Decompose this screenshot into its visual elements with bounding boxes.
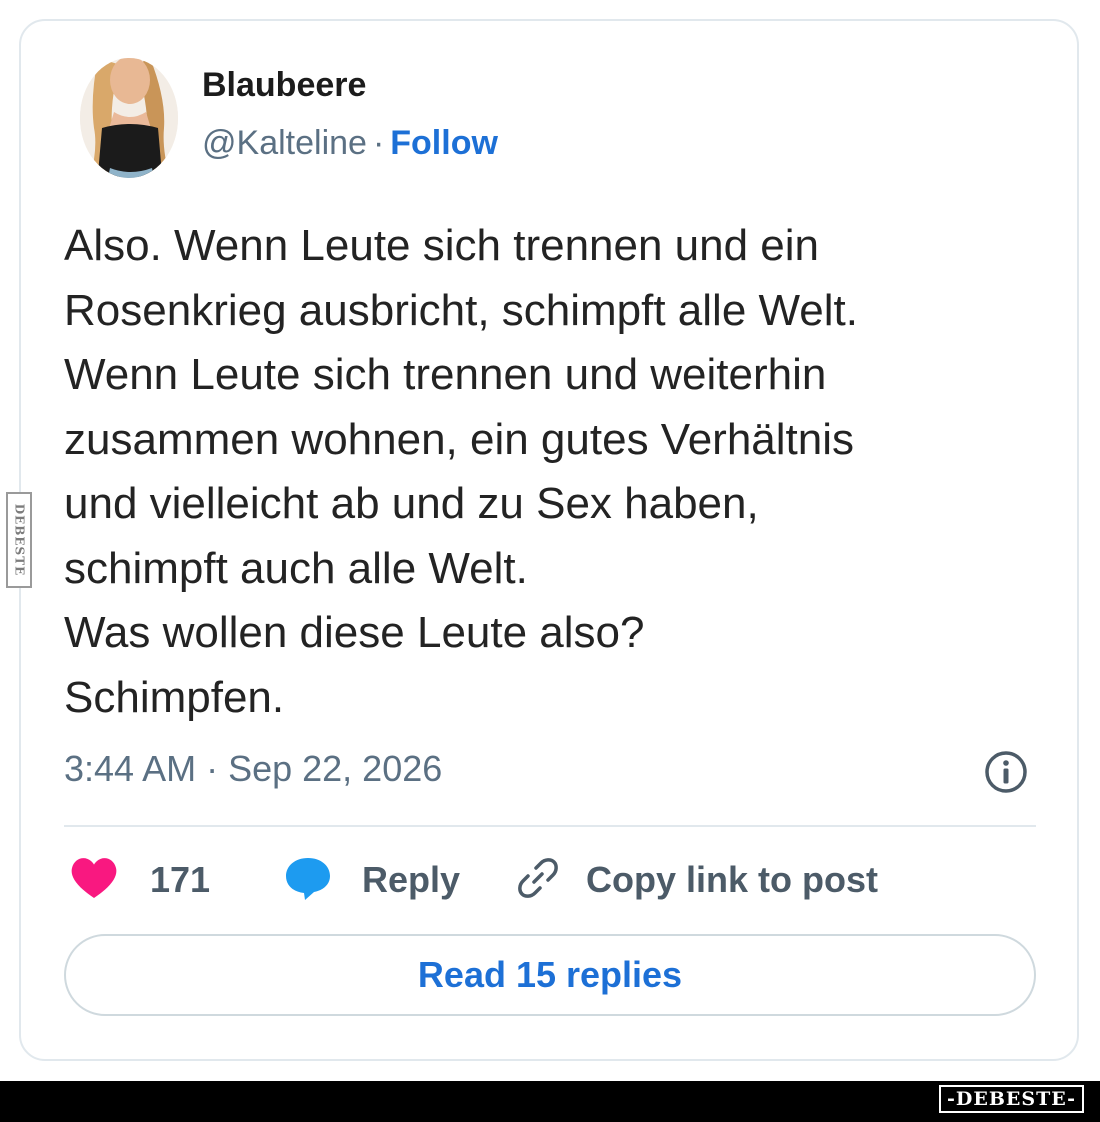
link-icon <box>514 854 562 907</box>
reply-label: Reply <box>362 859 461 900</box>
side-watermark-text: DEBESTE <box>12 503 26 577</box>
reply-button[interactable]: Reply <box>284 852 460 908</box>
tweet-text-line: Also. Wenn Leute sich trennen und ein <box>64 221 820 270</box>
author-name[interactable]: Blaubeere <box>202 66 366 105</box>
avatar-photo <box>80 58 178 178</box>
copy-link-button[interactable]: Copy link to post <box>514 852 878 908</box>
avatar[interactable] <box>80 58 178 178</box>
tweet-timestamp[interactable]: 3:44 AM · Sep 22, 2026 <box>64 748 442 790</box>
side-watermark: DEBESTE <box>6 492 32 588</box>
read-replies-button[interactable]: Read 15 replies <box>64 934 1036 1016</box>
speech-bubble-icon <box>284 855 332 906</box>
bottom-watermark-bar: -DEBESTE- <box>0 1081 1100 1122</box>
info-icon[interactable] <box>982 748 1030 796</box>
divider <box>64 825 1036 827</box>
follow-button[interactable]: Follow <box>390 124 498 162</box>
tweet-text-line: Wenn Leute sich trennen und weiterhin <box>64 350 827 399</box>
heart-icon <box>70 856 118 905</box>
tweet-text-line: schimpft auch alle Welt. <box>64 543 528 593</box>
copy-link-label: Copy link to post <box>586 859 878 900</box>
tweet-text-line: zusammen wohnen, ein gutes Verhältnis <box>64 414 855 464</box>
debeste-logo: -DEBESTE- <box>939 1085 1084 1113</box>
tweet-text-line: und vielleicht ab und zu Sex haben, <box>64 479 759 528</box>
tweet-text: Also. Wenn Leute sich trennen und ein Ro… <box>64 214 1054 730</box>
tweet-text-line: Schimpfen. <box>64 672 285 722</box>
like-count: 171 <box>150 859 211 900</box>
handle-separator: · <box>372 124 385 162</box>
tweet-text-line: Rosenkrieg ausbricht, schimpft alle Welt… <box>64 285 858 335</box>
tweet-text-line: Was wollen diese Leute also? <box>64 608 645 657</box>
like-button[interactable]: 171 <box>70 852 210 908</box>
author-handle[interactable]: @Kalteline <box>202 124 367 162</box>
handle-row: @Kalteline · Follow <box>202 124 498 163</box>
